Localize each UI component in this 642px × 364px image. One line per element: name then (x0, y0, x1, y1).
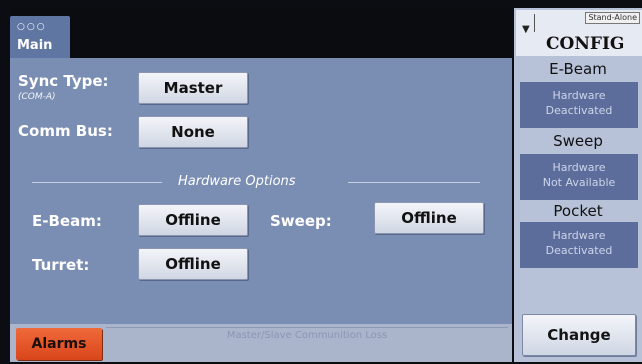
status-line (106, 327, 508, 328)
top-bar (10, 8, 512, 58)
sync-type-button[interactable]: Master (138, 72, 248, 104)
ebeam-status-line2: Deactivated (545, 104, 613, 117)
pocket-status-line2: Deactivated (545, 244, 613, 257)
ebeam-button[interactable]: Offline (138, 204, 248, 236)
sweep-status-box: Hardware Not Available (520, 154, 638, 200)
caret-separator (534, 14, 535, 32)
status-message: Master/Slave Communition Loss (226, 330, 388, 341)
main-panel: ○○○ Main Sync Type: (COM-A) Master Comm … (10, 8, 512, 362)
pocket-section-title: Pocket (553, 202, 603, 220)
right-panel: ▼ Stand-Alone CONFIG E-Beam Hardware Dea… (514, 8, 642, 362)
tab-main[interactable]: ○○○ Main (10, 16, 70, 58)
alarms-button[interactable]: Alarms (16, 328, 102, 360)
ebeam-status-box: Hardware Deactivated (520, 82, 638, 128)
config-selector[interactable]: ▼ Stand-Alone CONFIG (516, 10, 642, 56)
tab-main-label: Main (17, 38, 53, 53)
ebeam-status-line1: Hardware (552, 89, 606, 102)
tab-dots-icon: ○○○ (17, 22, 47, 32)
hardware-options-title: Hardware Options (178, 174, 296, 189)
sync-type-label: Sync Type: (18, 72, 109, 90)
chevron-down-icon[interactable]: ▼ (522, 24, 530, 35)
pocket-status-box: Hardware Deactivated (520, 222, 638, 268)
standalone-badge: Stand-Alone (585, 12, 640, 24)
turret-label: Turret: (32, 256, 90, 274)
sweep-button[interactable]: Offline (374, 202, 484, 234)
ebeam-label: E-Beam: (32, 212, 102, 230)
sweep-status-line2: Not Available (542, 176, 616, 189)
sweep-section-title: Sweep (553, 132, 603, 150)
pocket-status-line1: Hardware (552, 229, 606, 242)
sweep-label: Sweep: (270, 212, 332, 230)
divider-right (348, 182, 480, 183)
divider-left (32, 182, 162, 183)
turret-button[interactable]: Offline (138, 248, 248, 280)
ebeam-section-title: E-Beam (549, 60, 607, 78)
sweep-status-line1: Hardware (552, 161, 606, 174)
change-button[interactable]: Change (522, 314, 636, 356)
comm-bus-label: Comm Bus: (18, 122, 113, 140)
touch-screen: ○○○ Main Sync Type: (COM-A) Master Comm … (10, 8, 642, 362)
comm-bus-button[interactable]: None (138, 116, 248, 148)
config-title: CONFIG (546, 34, 625, 54)
sync-type-sublabel: (COM-A) (18, 92, 56, 102)
